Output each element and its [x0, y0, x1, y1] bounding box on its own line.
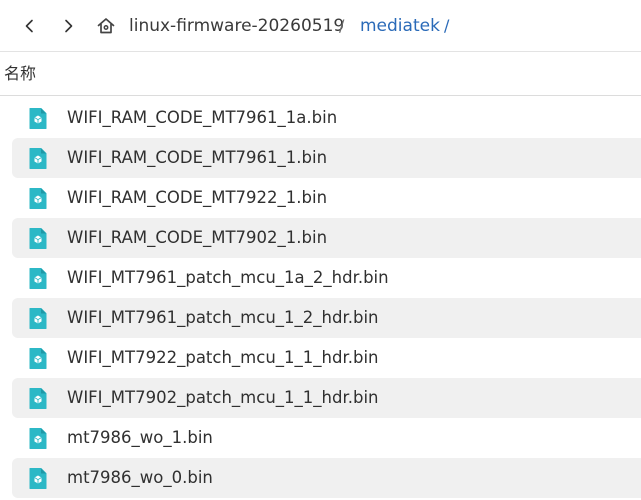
breadcrumb-root[interactable]: linux-firmware-20260519 — [129, 14, 344, 38]
file-row[interactable]: WIFI_MT7922_patch_mcu_1_1_hdr.bin — [12, 338, 641, 378]
file-name: WIFI_RAM_CODE_MT7922_1.bin — [67, 188, 328, 207]
binary-file-icon — [29, 228, 47, 249]
file-name: WIFI_RAM_CODE_MT7902_1.bin — [67, 228, 328, 247]
binary-file-icon — [29, 388, 47, 409]
file-name: WIFI_MT7922_patch_mcu_1_1_hdr.bin — [67, 348, 379, 367]
breadcrumb-separator: / — [444, 16, 450, 35]
file-row[interactable]: WIFI_RAM_CODE_MT7902_1.bin — [12, 218, 641, 258]
breadcrumb-separator: / — [339, 16, 345, 35]
file-row[interactable]: WIFI_MT7961_patch_mcu_1_2_hdr.bin — [12, 298, 641, 338]
file-name: WIFI_MT7961_patch_mcu_1a_2_hdr.bin — [67, 268, 389, 287]
binary-file-icon — [29, 308, 47, 329]
binary-file-icon — [29, 188, 47, 209]
binary-file-icon — [29, 148, 47, 169]
chevron-left-icon — [25, 19, 33, 33]
binary-file-icon — [29, 428, 47, 449]
file-row[interactable]: WIFI_RAM_CODE_MT7961_1.bin — [12, 138, 641, 178]
home-icon[interactable] — [96, 16, 116, 36]
column-header: 名称 — [0, 52, 641, 96]
back-button[interactable] — [14, 10, 46, 42]
binary-file-icon — [29, 348, 47, 369]
file-name: mt7986_wo_1.bin — [67, 428, 213, 447]
binary-file-icon — [29, 468, 47, 489]
file-name: mt7986_wo_0.bin — [67, 468, 213, 487]
path-bar: linux-firmware-20260519 / mediatek / — [0, 0, 641, 52]
breadcrumb-current[interactable]: mediatek — [360, 14, 440, 38]
binary-file-icon — [29, 108, 47, 129]
file-row[interactable]: WIFI_MT7961_patch_mcu_1a_2_hdr.bin — [12, 258, 641, 298]
file-name: WIFI_RAM_CODE_MT7961_1a.bin — [67, 108, 338, 127]
chevron-right-icon — [65, 19, 73, 33]
file-row[interactable]: WIFI_RAM_CODE_MT7922_1.bin — [12, 178, 641, 218]
file-row[interactable]: mt7986_wo_1.bin — [12, 418, 641, 458]
file-row[interactable]: WIFI_RAM_CODE_MT7961_1a.bin — [12, 98, 641, 138]
column-name-header[interactable]: 名称 — [4, 63, 36, 85]
file-name: WIFI_RAM_CODE_MT7961_1.bin — [67, 148, 328, 167]
file-row[interactable]: mt7986_wo_0.bin — [12, 458, 641, 498]
file-row[interactable]: WIFI_MT7902_patch_mcu_1_1_hdr.bin — [12, 378, 641, 418]
forward-button[interactable] — [52, 10, 84, 42]
binary-file-icon — [29, 268, 47, 289]
file-name: WIFI_MT7961_patch_mcu_1_2_hdr.bin — [67, 308, 379, 327]
file-name: WIFI_MT7902_patch_mcu_1_1_hdr.bin — [67, 388, 379, 407]
file-list: WIFI_RAM_CODE_MT7961_1a.bin WIFI_RAM_CODE… — [0, 98, 641, 500]
file-manager-window: linux-firmware-20260519 / mediatek / 名称 … — [0, 0, 641, 500]
